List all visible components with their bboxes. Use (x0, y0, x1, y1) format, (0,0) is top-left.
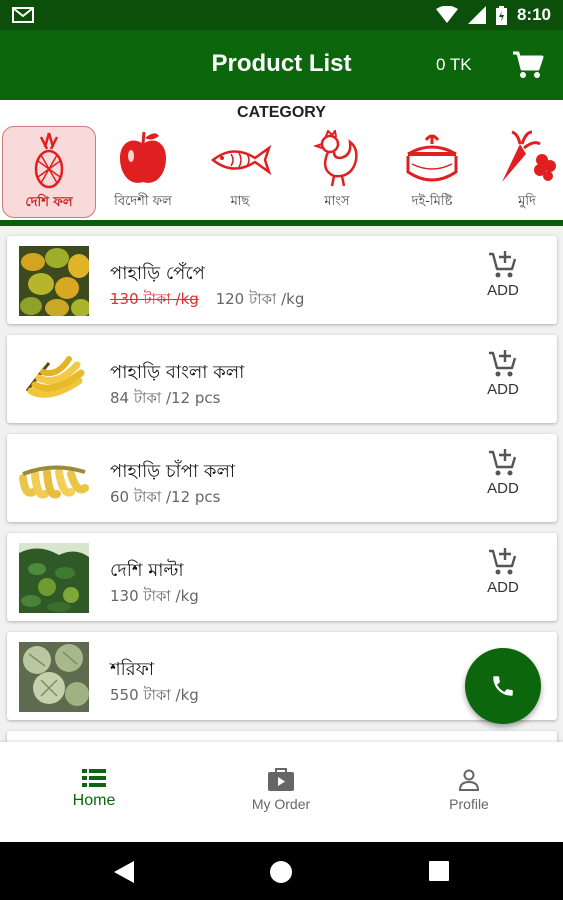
product-card[interactable] (7, 731, 557, 742)
add-to-cart-button[interactable]: ADD (473, 448, 533, 510)
product-current-price: 60 টাকা /12 pcs (110, 488, 221, 506)
product-name: পাহাড়ি চাঁপা কলা (110, 461, 236, 482)
category-item-sweets[interactable]: দই-মিষ্টি (385, 126, 479, 218)
category-label: মাছ (230, 194, 250, 209)
bottom-nav: Home My Order Profile (0, 742, 563, 842)
product-name: পাহাড়ি বাংলা কলা (110, 362, 245, 383)
product-image-chapa-banana (19, 444, 89, 514)
category-label: দই-মিষ্টি (411, 194, 453, 209)
category-item-deshi-fruit[interactable]: দেশি ফল (2, 126, 96, 218)
cart-icon (513, 51, 544, 78)
category-heading: CATEGORY (237, 104, 326, 121)
add-cart-icon (489, 449, 517, 476)
add-label: ADD (487, 282, 519, 299)
product-price: 84 টাকা /12 pcs (110, 387, 220, 412)
category-strip: CATEGORY দেশি ফল বিদেশী ফল মাছ মাংস দই-ম… (0, 100, 563, 226)
chicken-icon (312, 130, 358, 187)
home-circle-icon[interactable] (270, 861, 292, 883)
nav-item-profile[interactable]: Profile (399, 768, 539, 812)
category-label: বিদেশী ফল (114, 194, 172, 209)
app-bar: Product List 0 TK (0, 30, 563, 100)
mail-icon (12, 7, 34, 23)
back-icon[interactable] (114, 861, 134, 883)
nav-label: Profile (449, 796, 489, 812)
product-old-price: 130 টাকা /kg (110, 290, 199, 308)
product-price: 130 টাকা /kg (110, 585, 199, 610)
page-title: Product List (211, 50, 352, 77)
product-price: 550 টাকা /kg (110, 684, 199, 709)
wifi-icon (435, 6, 458, 23)
product-price: 130 টাকা /kg 120 টাকা /kg (110, 288, 304, 313)
product-card[interactable]: পাহাড়ি বাংলা কলা 84 টাকা /12 pcs ADD (7, 335, 557, 423)
category-item-meat[interactable]: মাংস (290, 126, 384, 218)
add-cart-icon (489, 251, 517, 278)
category-label: দেশি ফল (25, 195, 73, 210)
product-card[interactable]: পাহাড়ি পেঁপে 130 টাকা /kg 120 টাকা /kg … (7, 236, 557, 324)
product-current-price: 130 টাকা /kg (110, 587, 199, 605)
add-label: ADD (487, 381, 519, 398)
person-icon (458, 769, 480, 791)
status-time: 8:10 (516, 5, 551, 24)
nav-label: Home (72, 792, 116, 809)
product-card[interactable]: পাহাড়ি চাঁপা কলা 60 টাকা /12 pcs ADD (7, 434, 557, 522)
product-current-price: 120 টাকা /kg (215, 290, 305, 308)
add-to-cart-button[interactable]: ADD (473, 250, 533, 312)
order-bag-icon (268, 768, 294, 791)
product-image-custard-apple (19, 642, 89, 712)
add-to-cart-button[interactable]: ADD (473, 349, 533, 411)
cart-total: 0 TK (436, 55, 472, 74)
vegetables-icon (502, 130, 556, 182)
system-nav-bar (0, 842, 563, 900)
add-to-cart-button[interactable]: ADD (473, 547, 533, 609)
nav-item-home[interactable]: Home (24, 768, 164, 810)
category-item-grocery[interactable]: মুদি (480, 126, 563, 218)
signal-icon (467, 6, 486, 24)
category-item-fish[interactable]: মাছ (193, 126, 287, 218)
list-icon (82, 769, 106, 787)
add-label: ADD (487, 480, 519, 497)
category-item-foreign-fruit[interactable]: বিদেশী ফল (96, 126, 190, 218)
product-image-malta (19, 543, 89, 613)
category-label: মাংস (324, 194, 350, 209)
add-cart-icon (489, 350, 517, 377)
product-current-price: 84 টাকা /12 pcs (110, 389, 221, 407)
fish-icon (210, 144, 272, 176)
product-image-banana (19, 345, 89, 415)
nav-label: My Order (251, 796, 311, 812)
product-name: শরিফা (110, 659, 155, 680)
recents-icon[interactable] (429, 861, 449, 881)
nav-item-my-order[interactable]: My Order (211, 768, 351, 812)
pineapple-icon (34, 132, 64, 189)
product-image-papaya (19, 246, 89, 316)
battery-icon (495, 5, 507, 25)
cart-button[interactable] (512, 50, 544, 80)
status-bar: 8:10 (0, 0, 563, 30)
product-name: পাহাড়ি পেঁপে (110, 263, 205, 284)
phone-icon (493, 676, 513, 696)
call-button[interactable] (465, 648, 541, 724)
add-cart-icon (489, 548, 517, 575)
product-name: দেশি মাল্টা (110, 560, 184, 581)
product-card[interactable]: দেশি মাল্টা 130 টাকা /kg ADD (7, 533, 557, 621)
product-price: 60 টাকা /12 pcs (110, 486, 220, 511)
add-label: ADD (487, 579, 519, 596)
product-current-price: 550 টাকা /kg (110, 686, 199, 704)
category-label: মুদি (518, 194, 536, 209)
sweet-pot-icon (406, 134, 458, 182)
apple-icon (119, 131, 167, 183)
